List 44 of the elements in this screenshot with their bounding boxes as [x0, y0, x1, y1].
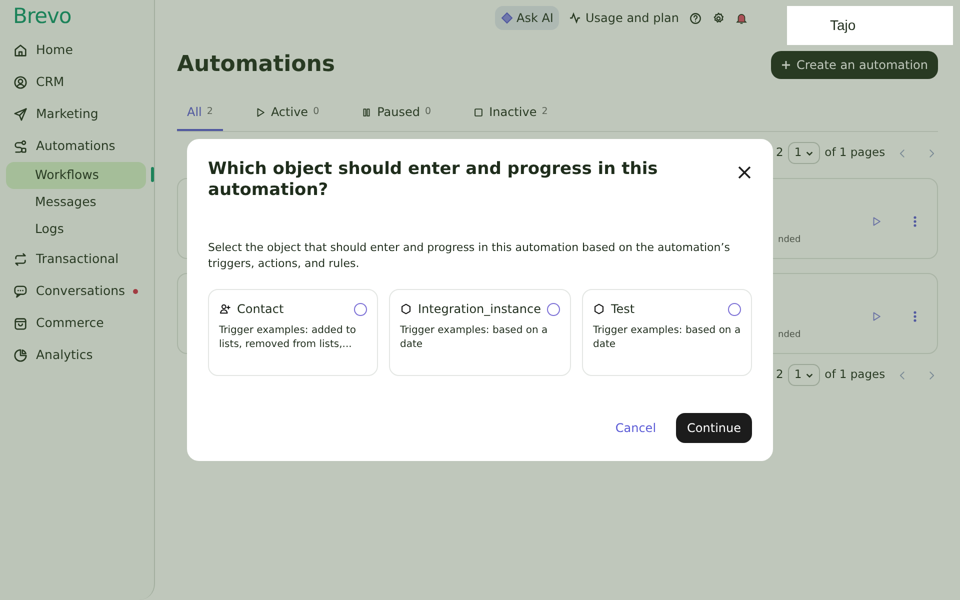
- sidebar-item[interactable]: Transactional: [6, 243, 146, 275]
- modal-title: Which object should enter and progress in this automation?: [208, 159, 659, 201]
- option-name: Test: [610, 301, 635, 318]
- tab-count: 2: [542, 104, 548, 119]
- tab[interactable]: Inactive 2: [463, 99, 558, 131]
- sidebar-item[interactable]: Analytics: [6, 339, 146, 371]
- object-option-card[interactable]: Contact Trigger examples: added to lists, removed from lists,...: [208, 289, 378, 376]
- status-text: nded: [778, 329, 801, 342]
- usage-link[interactable]: Usage and plan: [569, 9, 679, 27]
- tab[interactable]: All 2: [177, 99, 223, 131]
- option-name: Integration_instance: [418, 301, 541, 318]
- status-text: nded: [778, 234, 801, 247]
- object-option-card[interactable]: Integration_instance Trigger examples: based on a date: [389, 289, 571, 376]
- sidebar-item[interactable]: Messages: [6, 189, 146, 216]
- sidebar-item[interactable]: Conversations: [6, 275, 146, 307]
- ask-ai-button[interactable]: Ask AI: [494, 6, 560, 30]
- page-select[interactable]: 1: [788, 142, 820, 164]
- page-select[interactable]: 1: [788, 364, 820, 386]
- page-total: of 1 pages: [824, 144, 886, 162]
- tab-count: 0: [425, 104, 432, 119]
- option-name: Contact: [237, 301, 284, 318]
- page-title: Automations: [177, 52, 336, 78]
- tab-count: 2: [206, 104, 213, 119]
- option-description: Trigger examples: based on a date: [592, 324, 741, 351]
- sidebar-item[interactable]: Automations: [6, 130, 146, 162]
- option-description: Trigger examples: based on a date: [400, 324, 549, 351]
- sidebar-item[interactable]: Home: [6, 34, 146, 66]
- sidebar-item[interactable]: Marketing: [6, 98, 146, 130]
- sidebar-item[interactable]: Commerce: [6, 307, 146, 339]
- tab-count: 0: [313, 104, 320, 119]
- result-count: 2: [776, 144, 784, 162]
- cancel-button[interactable]: Cancel: [609, 418, 662, 438]
- tab[interactable]: Active 0: [244, 99, 330, 131]
- user-name[interactable]: Tajo: [787, 6, 953, 45]
- result-count: 2: [776, 366, 784, 384]
- object-option-card[interactable]: Test Trigger examples: based on a date: [582, 289, 752, 376]
- option-description: Trigger examples: added to lists, removed from lists,...: [219, 324, 358, 351]
- sidebar-item[interactable]: CRM: [6, 66, 146, 98]
- tab[interactable]: Paused 0: [351, 99, 442, 131]
- continue-button[interactable]: Continue: [676, 413, 752, 443]
- sidebar-item[interactable]: Logs: [6, 216, 146, 243]
- create-automation-button[interactable]: Create an automation: [770, 51, 938, 79]
- page-total: of 1 pages: [824, 366, 886, 384]
- modal-description: Select the object that should enter and progress in this automation based on the automation’s triggers, actions, and rules.: [208, 240, 731, 272]
